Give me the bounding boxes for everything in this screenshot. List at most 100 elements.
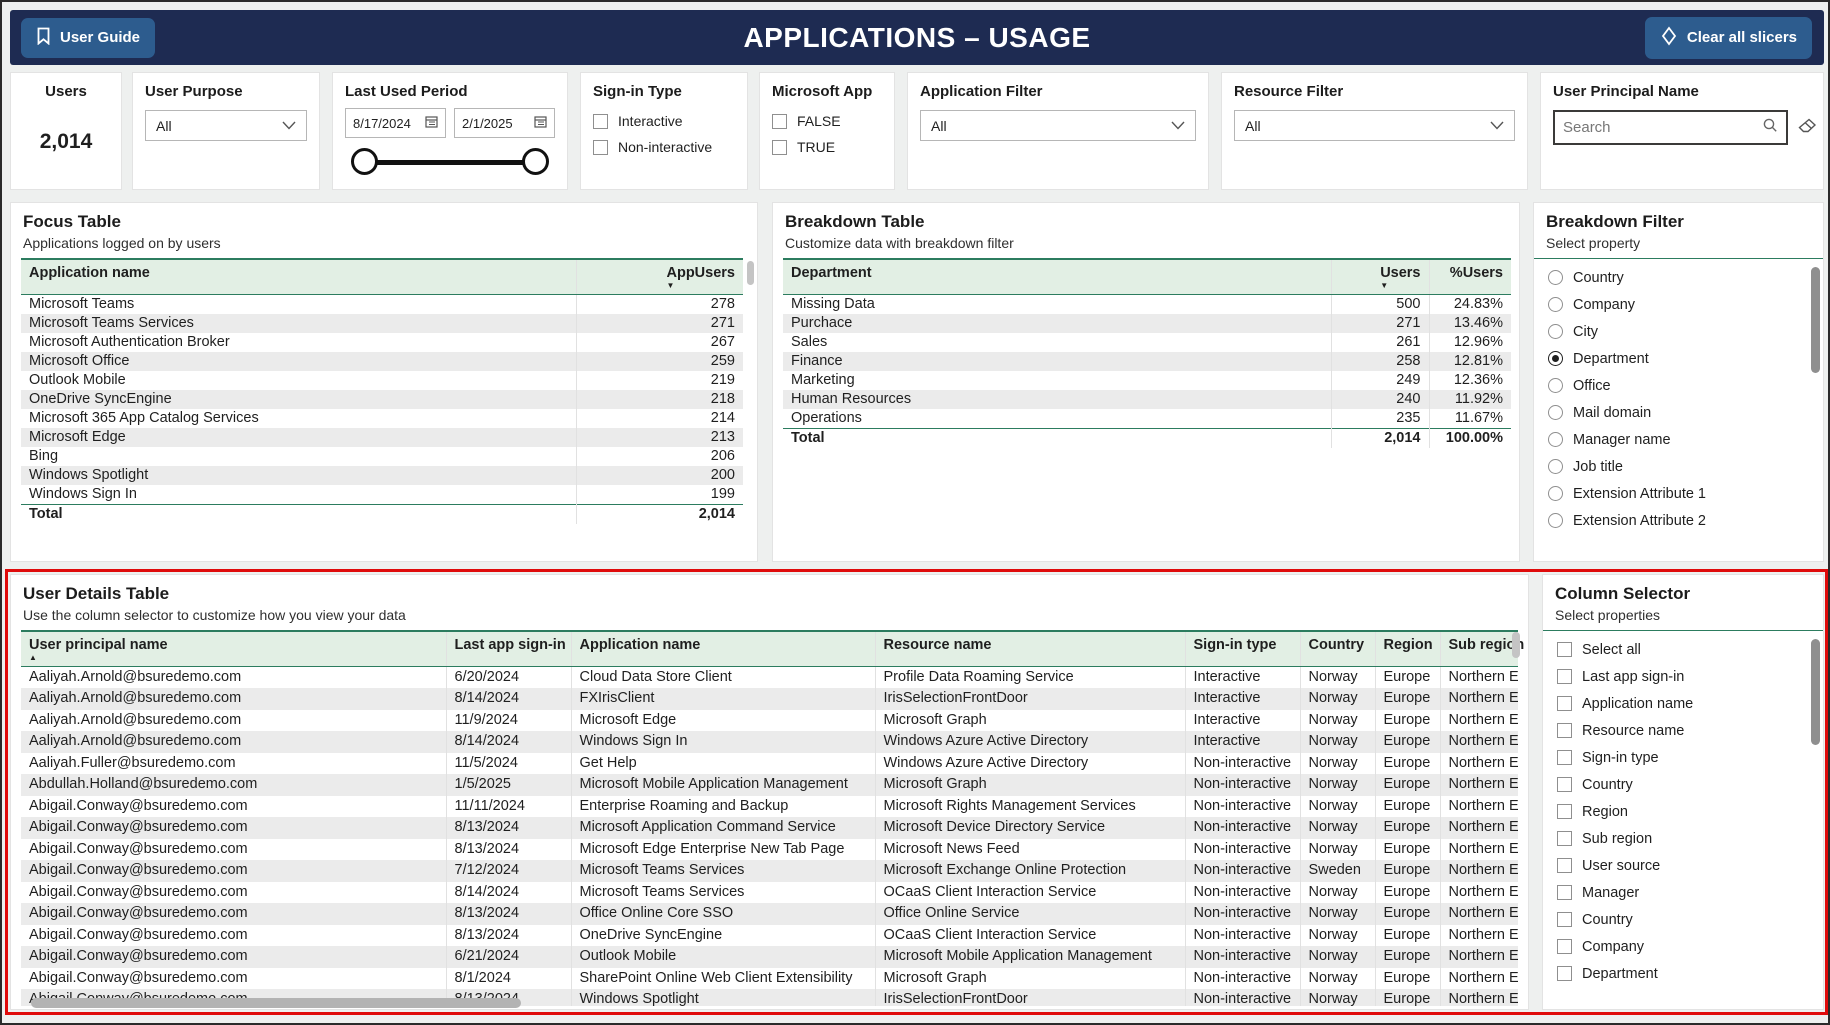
table-row[interactable]: Operations 235 11.67% bbox=[783, 409, 1511, 429]
column-header-appusers[interactable]: AppUsers ▼ bbox=[576, 258, 743, 295]
table-row[interactable]: Abigail.Conway@bsuredemo.com 8/13/2024 Mic… bbox=[21, 817, 1518, 839]
table-row[interactable]: Microsoft 365 App Catalog Services 214 bbox=[21, 409, 743, 428]
user-purpose-dropdown[interactable]: All bbox=[145, 110, 307, 141]
checkbox-option-last-app-sign-in[interactable]: Last app sign-in bbox=[1543, 663, 1823, 690]
table-row[interactable]: Microsoft Office 259 bbox=[21, 352, 743, 371]
radio-option-office[interactable]: Office bbox=[1534, 372, 1823, 399]
sign-in-type-title: Sign-in Type bbox=[593, 83, 682, 100]
slider-handle-end[interactable] bbox=[522, 148, 549, 175]
breakdown-filter-title: Breakdown Filter bbox=[1546, 212, 1684, 231]
clear-all-slicers-button[interactable]: Clear all slicers bbox=[1644, 16, 1812, 59]
checkbox-option-country[interactable]: Country bbox=[1543, 906, 1823, 933]
scrollbar-thumb[interactable] bbox=[1811, 639, 1820, 745]
checkbox-option-sign-in-type[interactable]: Sign-in type bbox=[1543, 744, 1823, 771]
checkbox-option-manager[interactable]: Manager bbox=[1543, 879, 1823, 906]
table-row[interactable]: Sales 261 12.96% bbox=[783, 333, 1511, 352]
checkbox-option-resource-name[interactable]: Resource name bbox=[1543, 717, 1823, 744]
table-row[interactable]: Abigail.Conway@bsuredemo.com 8/1/2024 Shar… bbox=[21, 967, 1518, 989]
column-header-resource-name[interactable]: Resource name bbox=[875, 630, 1186, 667]
radio-option-extension-attribute-1[interactable]: Extension Attribute 1 bbox=[1534, 480, 1823, 507]
slider-handle-start[interactable] bbox=[351, 148, 378, 175]
table-cell: Microsoft 365 App Catalog Services bbox=[21, 409, 577, 428]
checkbox-option-true[interactable]: TRUE bbox=[760, 134, 894, 160]
table-row[interactable]: Abigail.Conway@bsuredemo.com 11/11/2024 En… bbox=[21, 795, 1518, 817]
table-row[interactable]: Windows Sign In 199 bbox=[21, 485, 743, 505]
checkbox-option-non-interactive[interactable]: Non-interactive bbox=[581, 134, 747, 160]
column-header-users[interactable]: Users ▼ bbox=[1331, 258, 1430, 295]
table-row[interactable]: Aaliyah.Arnold@bsuredemo.com 6/20/2024 Clo… bbox=[21, 666, 1518, 688]
radio-option-job-title[interactable]: Job title bbox=[1534, 453, 1823, 480]
table-cell: Norway bbox=[1300, 731, 1376, 753]
column-header-country[interactable]: Country bbox=[1300, 630, 1376, 667]
radio-icon bbox=[1548, 486, 1563, 501]
checkbox-option-country[interactable]: Country bbox=[1543, 771, 1823, 798]
table-row[interactable]: Microsoft Edge 213 bbox=[21, 428, 743, 447]
column-header-application-name[interactable]: Application name bbox=[21, 258, 577, 295]
column-header-region[interactable]: Region bbox=[1375, 630, 1441, 667]
scrollbar-thumb[interactable] bbox=[1512, 632, 1520, 658]
application-filter-dropdown[interactable]: All bbox=[920, 110, 1196, 141]
clear-all-slicers-label: Clear all slicers bbox=[1686, 29, 1797, 46]
table-row[interactable]: Microsoft Teams Services 271 bbox=[21, 314, 743, 333]
table-row[interactable]: Abigail.Conway@bsuredemo.com 8/13/2024 Off… bbox=[21, 903, 1518, 925]
checkbox-option-department[interactable]: Department bbox=[1543, 960, 1823, 987]
table-row[interactable]: Windows Spotlight 200 bbox=[21, 466, 743, 485]
end-date-field[interactable]: 2/1/2025 bbox=[454, 108, 555, 138]
table-row[interactable]: Bing 206 bbox=[21, 447, 743, 466]
table-row[interactable]: Outlook Mobile 219 bbox=[21, 371, 743, 390]
table-row[interactable]: Abdullah.Holland@bsuredemo.com 1/5/2025 Mi… bbox=[21, 774, 1518, 796]
table-row[interactable]: Abigail.Conway@bsuredemo.com 8/13/2024 Mic… bbox=[21, 838, 1518, 860]
radio-option-department[interactable]: Department bbox=[1534, 345, 1823, 372]
checkbox-option-interactive[interactable]: Interactive bbox=[581, 108, 747, 134]
checkbox-option-region[interactable]: Region bbox=[1543, 798, 1823, 825]
table-row[interactable]: Purchace 271 13.46% bbox=[783, 314, 1511, 333]
checkbox-option-false[interactable]: FALSE bbox=[760, 108, 894, 134]
table-row[interactable]: Aaliyah.Arnold@bsuredemo.com 8/14/2024 Win… bbox=[21, 731, 1518, 753]
table-row[interactable]: Microsoft Teams 278 bbox=[21, 294, 743, 314]
radio-option-country[interactable]: Country bbox=[1534, 264, 1823, 291]
checkbox-option-sub-region[interactable]: Sub region bbox=[1543, 825, 1823, 852]
column-header-user-principal-name[interactable]: User principal name ▲ bbox=[21, 630, 447, 667]
horizontal-scrollbar-thumb[interactable] bbox=[31, 998, 521, 1008]
table-row[interactable]: Aaliyah.Arnold@bsuredemo.com 11/9/2024 Mic… bbox=[21, 709, 1518, 731]
radio-option-mail-domain[interactable]: Mail domain bbox=[1534, 399, 1823, 426]
table-row[interactable]: Abigail.Conway@bsuredemo.com 7/12/2024 Mic… bbox=[21, 860, 1518, 882]
radio-option-company[interactable]: Company bbox=[1534, 291, 1823, 318]
radio-option-extension-attribute-2[interactable]: Extension Attribute 2 bbox=[1534, 507, 1823, 534]
checkbox-option-company[interactable]: Company bbox=[1543, 933, 1823, 960]
table-row[interactable]: Aaliyah.Arnold@bsuredemo.com 8/14/2024 FXI… bbox=[21, 688, 1518, 710]
slider-track[interactable] bbox=[363, 160, 537, 165]
checkbox-option-application-name[interactable]: Application name bbox=[1543, 690, 1823, 717]
table-row[interactable]: Finance 258 12.81% bbox=[783, 352, 1511, 371]
scrollbar-thumb[interactable] bbox=[747, 261, 754, 285]
search-input[interactable] bbox=[1563, 119, 1762, 136]
radio-option-city[interactable]: City bbox=[1534, 318, 1823, 345]
eraser-icon[interactable] bbox=[1798, 118, 1817, 138]
checkbox-option-user-source[interactable]: User source bbox=[1543, 852, 1823, 879]
column-header-pct-users[interactable]: %Users bbox=[1429, 258, 1511, 295]
table-row[interactable]: Abigail.Conway@bsuredemo.com 6/21/2024 Out… bbox=[21, 946, 1518, 968]
column-header-department[interactable]: Department bbox=[783, 258, 1332, 295]
breakdown-total-users: 2,014 bbox=[1331, 428, 1430, 448]
checkbox-option-select-all[interactable]: Select all bbox=[1543, 636, 1823, 663]
table-row[interactable]: Missing Data 500 24.83% bbox=[783, 294, 1511, 314]
radio-option-manager-name[interactable]: Manager name bbox=[1534, 426, 1823, 453]
column-header-sign-in-type[interactable]: Sign-in type bbox=[1185, 630, 1301, 667]
column-header-last-app-sign-in[interactable]: Last app sign-in bbox=[446, 630, 572, 667]
scrollbar-thumb[interactable] bbox=[1811, 267, 1820, 373]
column-header-application-name[interactable]: Application name bbox=[571, 630, 876, 667]
table-cell: 11.92% bbox=[1429, 390, 1511, 409]
table-row[interactable]: Abigail.Conway@bsuredemo.com 8/14/2024 Mic… bbox=[21, 881, 1518, 903]
table-row[interactable]: Abigail.Conway@bsuredemo.com 8/13/2024 One… bbox=[21, 924, 1518, 946]
start-date-field[interactable]: 8/17/2024 bbox=[345, 108, 446, 138]
table-cell: 8/14/2024 bbox=[446, 688, 572, 710]
table-row[interactable]: Microsoft Authentication Broker 267 bbox=[21, 333, 743, 352]
table-cell: Abigail.Conway@bsuredemo.com bbox=[21, 817, 447, 839]
resource-filter-dropdown[interactable]: All bbox=[1234, 110, 1515, 141]
table-row[interactable]: Marketing 249 12.36% bbox=[783, 371, 1511, 390]
column-header-sub-region[interactable]: Sub region bbox=[1440, 630, 1524, 667]
table-row[interactable]: OneDrive SyncEngine 218 bbox=[21, 390, 743, 409]
user-guide-button[interactable]: User Guide bbox=[21, 17, 156, 58]
table-row[interactable]: Aaliyah.Fuller@bsuredemo.com 11/5/2024 Get… bbox=[21, 752, 1518, 774]
table-row[interactable]: Human Resources 240 11.92% bbox=[783, 390, 1511, 409]
